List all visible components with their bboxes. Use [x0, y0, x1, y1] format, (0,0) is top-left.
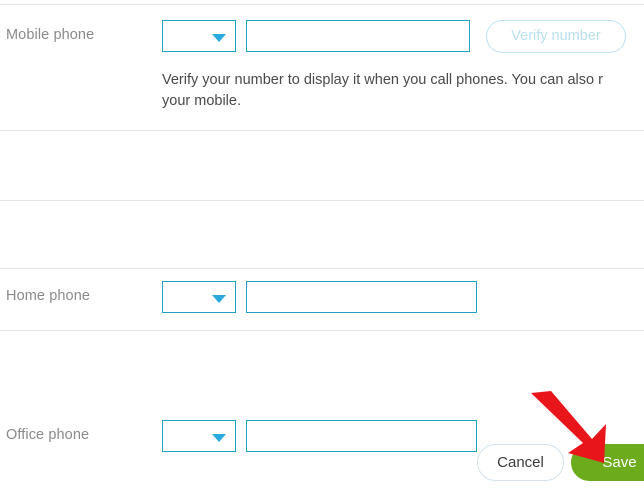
help-text-line-2: your mobile. — [162, 93, 241, 109]
row-home-phone: Home phone — [0, 130, 644, 313]
help-text-line-1: Verify your number to display it when yo… — [162, 72, 603, 88]
verify-number-button[interactable]: Verify number — [486, 20, 626, 53]
country-code-select-mobile[interactable] — [162, 20, 236, 52]
chevron-down-icon — [212, 34, 226, 42]
help-text-mobile-phone: Verify your number to display it when yo… — [162, 70, 644, 112]
row-office-phone: Office phone — [0, 200, 644, 452]
row-label-mobile-phone: Mobile phone — [6, 27, 95, 43]
row-preferred-language: Preferred language Choose the language f… — [0, 330, 644, 430]
phone-input-mobile[interactable] — [246, 20, 470, 52]
chevron-down-icon — [212, 434, 226, 442]
save-button[interactable]: Save — [571, 444, 644, 481]
cancel-button[interactable]: Cancel — [477, 444, 564, 481]
row-skype-numbers: Skype Numbers Get a Skype Number — [0, 268, 644, 330]
settings-form-page: Mobile phone Verify number Verify your n… — [0, 0, 644, 504]
row-mobile-phone: Mobile phone Verify number Verify your n… — [0, 0, 644, 130]
